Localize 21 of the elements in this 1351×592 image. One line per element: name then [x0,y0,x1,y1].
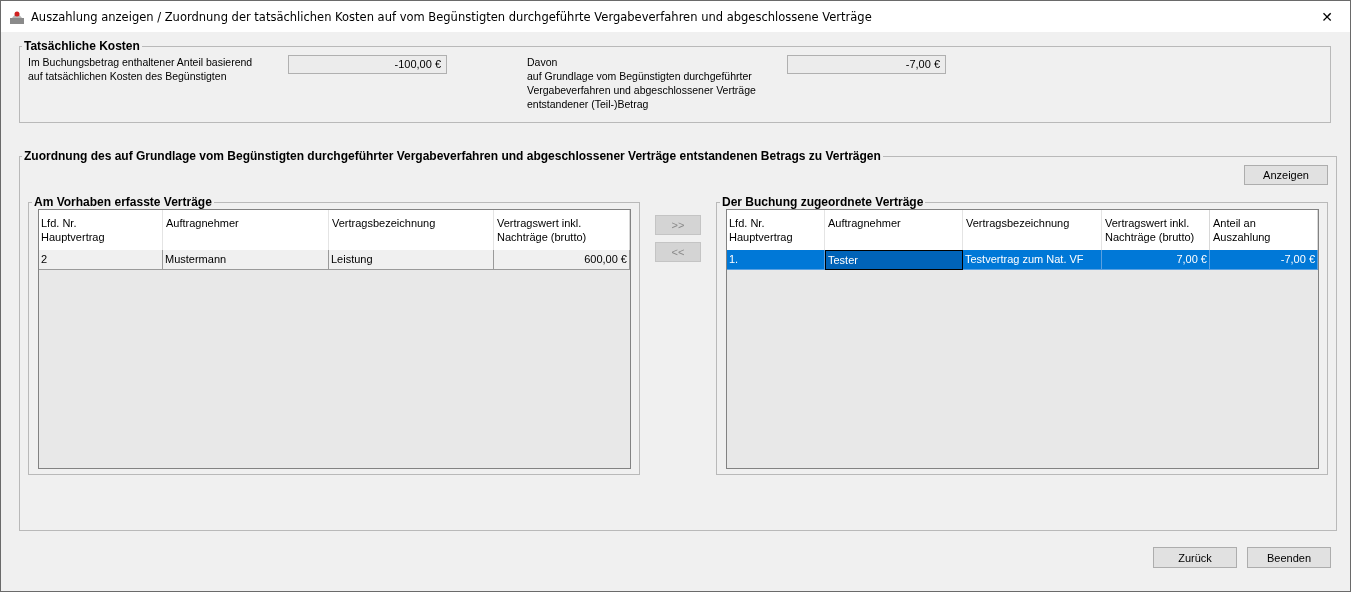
field-label: Im Buchungsbetrag enthaltener Anteil basierend auf tatsächlichen Kosten des Begünstigten [28,55,254,83]
footer-button[interactable]: Beenden [1247,547,1331,568]
amount-field[interactable]: -100,00 € [288,55,447,74]
close-button[interactable]: ✕ [1304,1,1350,32]
amount-field[interactable]: -7,00 € [787,55,946,74]
table-cell[interactable]: Testvertrag zum Nat. VF [963,250,1102,270]
table-cell[interactable]: Mustermann [163,250,329,270]
group-title: Am Vorhaben erfasste Verträge [33,195,213,209]
footer-button[interactable]: Zurück [1153,547,1237,568]
table-cell[interactable]: 2 [39,250,163,270]
field-label: Davon auf Grundlage vom Begünstigten durchgeführter Vergabeverfahren und abgeschlossener Verträge entstandener (Teil-)Betrag [527,55,757,111]
group-title: Zuordnung des auf Grundlage vom Begünstigten durchgeführter Vergabeverfahren und abgeschlossener Verträge entstandenen Betrags zu Verträgen [23,149,882,163]
table-cell[interactable]: 7,00 € [1102,250,1210,270]
table-cell[interactable]: 600,00 € [494,250,630,270]
table-cell[interactable]: Tester [825,250,963,270]
table-cell[interactable]: -7,00 € [1210,250,1318,270]
table-cell[interactable]: Leistung [329,250,494,270]
window-title: Auszahlung anzeigen / Zuordnung der tatsächlichen Kosten auf vom Begünstigten durchgeführte Vergabeverfahren und abgeschlossene Verträge [31,9,873,24]
show-button[interactable]: Anzeigen [1244,165,1328,185]
group-title: Der Buchung zugeordnete Verträge [721,195,925,209]
group-title: Tatsächliche Kosten [23,39,141,53]
